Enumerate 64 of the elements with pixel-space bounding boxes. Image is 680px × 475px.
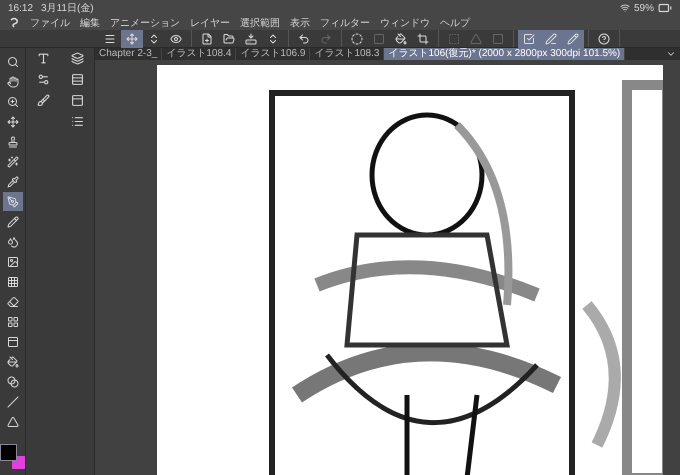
- zoom-icon: [6, 96, 18, 108]
- text-icon[interactable]: [36, 52, 50, 65]
- save-icon: [245, 32, 257, 44]
- panel-icon: [6, 336, 18, 348]
- dashed-square-icon: [448, 32, 460, 44]
- menu-item[interactable]: ヘルプ: [440, 16, 470, 30]
- hand-icon: [6, 76, 18, 88]
- battery-icon: [658, 1, 672, 15]
- up-down-icon: [148, 32, 160, 44]
- square-icon: [492, 32, 504, 44]
- eyedropper-icon: [6, 176, 18, 188]
- folder-icon: [223, 32, 235, 44]
- check-square-icon: [523, 32, 535, 44]
- logo-icon[interactable]: [8, 17, 20, 29]
- triangle-icon: [470, 32, 482, 44]
- droplets-icon: [6, 236, 18, 248]
- image-icon: [6, 256, 18, 268]
- menu-icon: [104, 32, 116, 44]
- new-file-icon: [201, 32, 213, 44]
- eraser-icon: [6, 296, 18, 308]
- redo-icon: [320, 32, 332, 44]
- main-color-swatch[interactable]: [0, 445, 16, 460]
- magic-wand-icon: [6, 156, 18, 168]
- document-tab[interactable]: イラスト106(復元)* (2000 x 2800px 300dpi 101.5%): [384, 48, 626, 60]
- crop-icon: [417, 32, 429, 44]
- sliders-icon[interactable]: [36, 73, 50, 86]
- brush-icon[interactable]: [36, 94, 50, 107]
- menu-item[interactable]: ファイル: [30, 16, 70, 30]
- move-icon: [6, 116, 18, 128]
- help-icon: [598, 32, 610, 44]
- menu-item[interactable]: 選択範囲: [240, 16, 280, 30]
- move-icon-button[interactable]: [121, 30, 143, 48]
- pen-icon: [6, 196, 18, 208]
- list-icon[interactable]: [70, 115, 84, 128]
- line-icon: [6, 396, 18, 408]
- menu-item[interactable]: レイヤー: [190, 16, 230, 30]
- panel-icon[interactable]: [70, 94, 84, 107]
- grid-icon: [6, 316, 18, 328]
- square-icon: [373, 32, 385, 44]
- search-icon: [6, 56, 18, 68]
- eye-icon: [170, 32, 182, 44]
- move-icon: [126, 32, 138, 44]
- rows-icon[interactable]: [70, 73, 84, 86]
- status-date: 3月11日(金): [41, 2, 94, 16]
- menu-item[interactable]: フィルター: [320, 16, 370, 30]
- stamp-icon: [6, 136, 18, 148]
- paint-bucket-icon: [395, 32, 407, 44]
- layers-icon[interactable]: [70, 52, 84, 65]
- battery-percent: 59%: [634, 2, 654, 16]
- wifi-icon: [620, 3, 630, 13]
- paint-bucket-icon: [6, 356, 18, 368]
- undo-icon: [298, 32, 310, 44]
- pencil-icon: [567, 32, 579, 44]
- menu-item[interactable]: 表示: [290, 16, 310, 30]
- pen-line-icon: [545, 32, 557, 44]
- menu-item[interactable]: アニメーション: [110, 16, 180, 30]
- menu-item[interactable]: 編集: [80, 16, 100, 30]
- menu-item[interactable]: ウィンドウ: [380, 16, 430, 30]
- status-time: 16:12: [8, 2, 34, 16]
- pencil-icon: [6, 216, 18, 228]
- dotted-grid-icon: [6, 276, 18, 288]
- pen-tool[interactable]: [2, 192, 22, 211]
- up-down-icon: [267, 32, 279, 44]
- dashed-circle-icon: [351, 32, 363, 44]
